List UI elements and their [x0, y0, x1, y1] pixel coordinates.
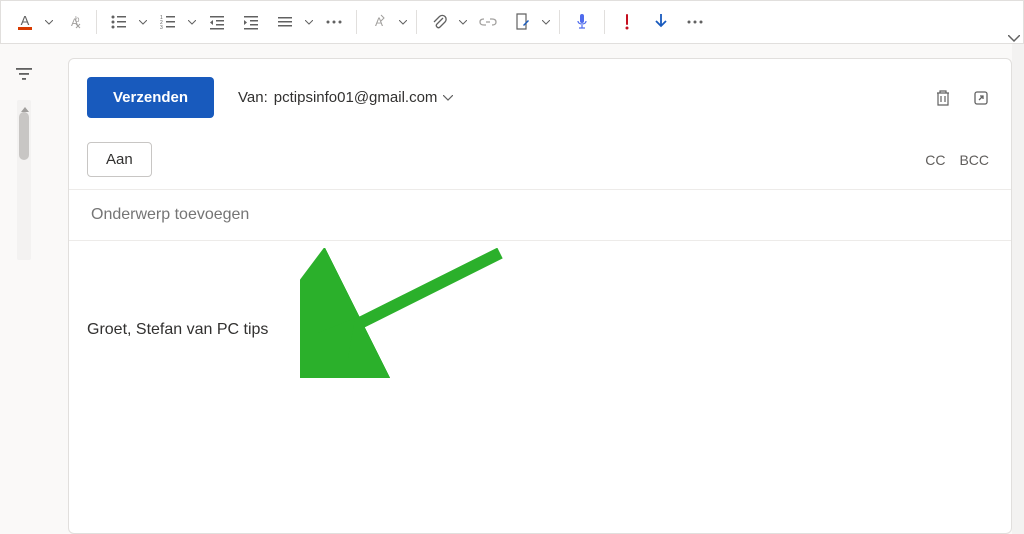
more-actions-button[interactable] [679, 6, 711, 38]
chevron-down-icon[interactable] [456, 6, 470, 38]
importance-button[interactable] [611, 6, 643, 38]
chevron-down-icon[interactable] [539, 6, 553, 38]
numbering-icon: 1 2 3 [160, 14, 176, 30]
outdent-icon [209, 14, 225, 30]
separator [604, 10, 605, 34]
svg-text:A: A [375, 15, 383, 29]
styles-button[interactable]: A [363, 6, 410, 38]
indent-button[interactable] [235, 6, 267, 38]
bcc-button[interactable]: BCC [959, 152, 989, 168]
subject-row [69, 190, 1011, 241]
filter-icon [15, 67, 33, 81]
chevron-down-icon[interactable] [302, 6, 316, 38]
from-email: pctipsinfo01@gmail.com [274, 89, 438, 106]
font-color-button[interactable]: A [9, 6, 56, 38]
separator [559, 10, 560, 34]
line-spacing-icon [277, 14, 293, 30]
download-icon [653, 13, 669, 31]
attach-button[interactable] [423, 6, 470, 38]
formatting-toolbar: A A b 1 2 [0, 0, 1024, 44]
more-icon [326, 20, 342, 24]
more-formatting-button[interactable] [318, 6, 350, 38]
compose-header: Verzenden Van: pctipsinfo01@gmail.com [69, 59, 1011, 132]
cc-button[interactable]: CC [925, 152, 945, 168]
subject-input[interactable] [91, 206, 989, 224]
svg-text:b: b [75, 15, 80, 24]
right-scrollbar[interactable] [1012, 44, 1024, 534]
popout-button[interactable] [973, 90, 989, 106]
chevron-down-icon[interactable] [42, 6, 56, 38]
send-button[interactable]: Verzenden [87, 77, 214, 118]
popout-icon [973, 90, 989, 106]
microphone-icon [575, 13, 589, 31]
bullets-button[interactable] [103, 6, 150, 38]
scrollbar-thumb[interactable] [19, 112, 29, 160]
link-icon [479, 17, 497, 27]
discard-button[interactable] [935, 89, 951, 107]
numbering-button[interactable]: 1 2 3 [152, 6, 199, 38]
chevron-down-icon[interactable] [136, 6, 150, 38]
line-spacing-button[interactable] [269, 6, 316, 38]
svg-text:A: A [21, 13, 30, 28]
outdent-button[interactable] [201, 6, 233, 38]
separator [416, 10, 417, 34]
separator [356, 10, 357, 34]
signature-button[interactable] [506, 6, 553, 38]
chevron-down-icon[interactable] [396, 6, 410, 38]
indent-icon [243, 14, 259, 30]
clear-formatting-button[interactable]: A b [58, 6, 90, 38]
list-scrollbar[interactable] [17, 100, 31, 260]
importance-icon [623, 13, 631, 31]
download-button[interactable] [645, 6, 677, 38]
from-selector[interactable]: Van: pctipsinfo01@gmail.com [238, 89, 453, 106]
signature-text: Groet, Stefan van PC tips [87, 321, 989, 339]
font-color-icon: A [16, 13, 34, 31]
styles-icon: A [370, 13, 388, 31]
bullets-icon [111, 14, 127, 30]
chevron-down-icon [443, 95, 453, 101]
clear-format-icon: A b [65, 13, 83, 31]
signature-icon [514, 13, 530, 31]
trash-icon [935, 89, 951, 107]
compose-panel: Verzenden Van: pctipsinfo01@gmail.com [68, 58, 1012, 534]
more-icon [687, 20, 703, 24]
from-label: Van: [238, 89, 268, 106]
separator [96, 10, 97, 34]
link-button[interactable] [472, 6, 504, 38]
message-body[interactable]: Groet, Stefan van PC tips [69, 241, 1011, 533]
paperclip-icon [431, 14, 447, 30]
left-panel [0, 44, 48, 534]
dictate-button[interactable] [566, 6, 598, 38]
main-area: Verzenden Van: pctipsinfo01@gmail.com [0, 44, 1024, 534]
filter-button[interactable] [8, 58, 40, 90]
svg-text:3: 3 [160, 25, 163, 30]
to-row: Aan CC BCC [69, 132, 1011, 190]
chevron-down-icon[interactable] [185, 6, 199, 38]
to-button[interactable]: Aan [87, 142, 152, 177]
